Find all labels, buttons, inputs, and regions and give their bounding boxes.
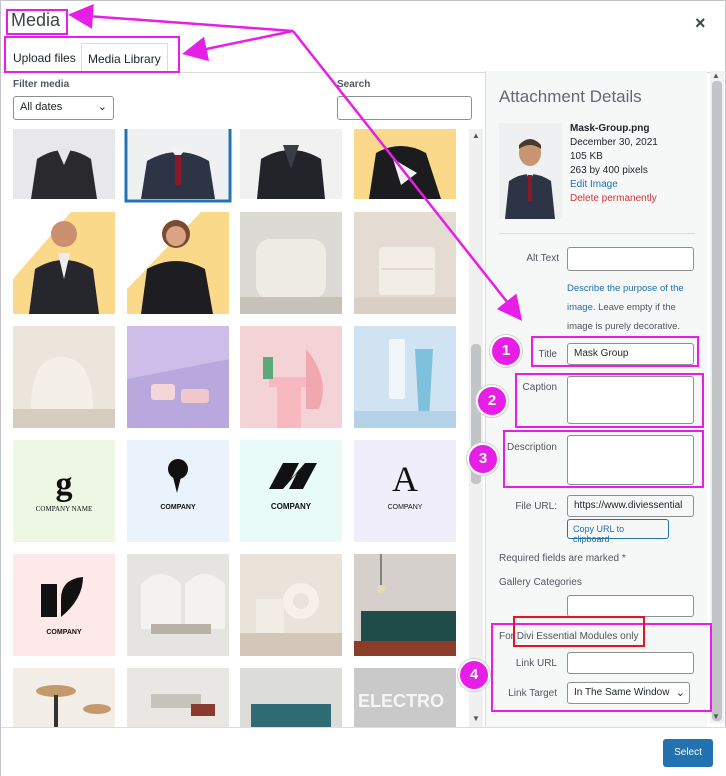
media-item[interactable]: ELECTRO [354, 668, 456, 727]
select-button[interactable]: Select [663, 739, 713, 767]
media-item[interactable] [240, 554, 342, 656]
media-item[interactable] [13, 129, 115, 199]
media-item-logo[interactable]: COMPANY [13, 554, 115, 656]
file-url-label: File URL: [515, 501, 557, 512]
file-date: December 30, 2021 [570, 137, 658, 148]
media-item[interactable] [13, 326, 115, 428]
annotation-badge-3: 3 [467, 443, 499, 475]
file-dimensions: 263 by 400 pixels [570, 165, 648, 176]
gallery-categories-label: Gallery Categories [499, 577, 582, 588]
gallery-categories-input[interactable] [567, 595, 694, 617]
attachment-thumbnail [499, 123, 562, 219]
scroll-up-icon[interactable]: ▲ [472, 131, 480, 140]
svg-text:g: g [56, 466, 73, 503]
media-item-logo[interactable]: COMPANY [240, 440, 342, 542]
alt-text-label: Alt Text [526, 253, 559, 264]
svg-text:ELECTRO: ELECTRO [358, 691, 444, 711]
svg-text:COMPANY: COMPANY [388, 504, 423, 511]
media-item[interactable] [13, 212, 115, 314]
scroll-up-icon[interactable]: ▲ [712, 71, 720, 80]
media-item-logo[interactable]: COMPANY [127, 440, 229, 542]
media-item[interactable] [127, 326, 229, 428]
file-name: Mask-Group.png [570, 123, 650, 134]
dates-select-value: All dates [20, 101, 63, 113]
highlight-title [6, 9, 68, 35]
media-item[interactable] [354, 129, 456, 199]
highlight-title-field [531, 336, 699, 367]
details-divider [499, 233, 695, 234]
media-item-selected[interactable] [124, 129, 232, 203]
search-label: Search [337, 79, 371, 90]
svg-text:COMPANY: COMPANY [160, 504, 196, 511]
svg-text:COMPANY: COMPANY [46, 629, 82, 636]
scroll-thumb[interactable] [712, 81, 722, 721]
dates-select[interactable]: All dates ⌄ [13, 96, 114, 120]
modal-footer [1, 727, 726, 776]
media-item[interactable] [127, 554, 229, 656]
required-note: Required fields are marked * [499, 553, 626, 564]
media-item[interactable] [240, 212, 342, 314]
sidebar-scrollbar[interactable]: ▲ ▼ [710, 71, 724, 723]
close-icon[interactable]: × [695, 13, 706, 34]
svg-text:COMPANY: COMPANY [271, 502, 312, 511]
media-modal: Media × Upload files Media Library Filte… [0, 0, 726, 776]
media-item[interactable] [13, 668, 115, 727]
highlight-caption-field [515, 373, 704, 428]
annotation-badge-1: 1 [490, 335, 522, 367]
filter-media-label: Filter media [13, 79, 70, 90]
media-grid: g COMPANY NAME COMPANY COMPANY A COMPANY [1, 129, 469, 727]
file-url-input[interactable]: https://www.diviessential [567, 495, 694, 517]
delete-permanently-link[interactable]: Delete permanently [570, 193, 657, 204]
media-item[interactable] [127, 212, 229, 314]
scroll-down-icon[interactable]: ▼ [472, 714, 480, 723]
grid-scrollbar[interactable]: ▲ ▼ [469, 129, 483, 727]
media-item-logo[interactable]: g COMPANY NAME [13, 440, 115, 542]
alt-text-help: Describe the purpose of the image. Leave… [567, 279, 693, 336]
details-heading: Attachment Details [499, 87, 642, 106]
media-item[interactable] [127, 668, 229, 727]
chevron-down-icon: ⌄ [97, 101, 107, 113]
svg-text:COMPANY NAME: COMPANY NAME [36, 505, 92, 513]
media-item-logo[interactable]: A COMPANY [354, 440, 456, 542]
media-item[interactable] [240, 129, 342, 199]
media-item[interactable] [354, 212, 456, 314]
annotation-badge-2: 2 [476, 385, 508, 417]
media-item[interactable] [240, 668, 342, 727]
edit-image-link[interactable]: Edit Image [570, 179, 618, 190]
file-size: 105 KB [570, 151, 603, 162]
media-item[interactable] [354, 554, 456, 656]
scroll-down-icon[interactable]: ▼ [712, 712, 720, 721]
search-input[interactable] [337, 96, 472, 120]
annotation-badge-4: 4 [458, 659, 490, 691]
media-item[interactable] [240, 326, 342, 428]
copy-url-button[interactable]: Copy URL to clipboard [567, 519, 669, 544]
alt-text-input[interactable] [567, 247, 694, 271]
highlight-description-field [503, 430, 704, 488]
media-item[interactable] [354, 326, 456, 428]
svg-text:A: A [392, 459, 418, 499]
highlight-tabs [4, 36, 180, 73]
highlight-divi-label [513, 616, 645, 647]
